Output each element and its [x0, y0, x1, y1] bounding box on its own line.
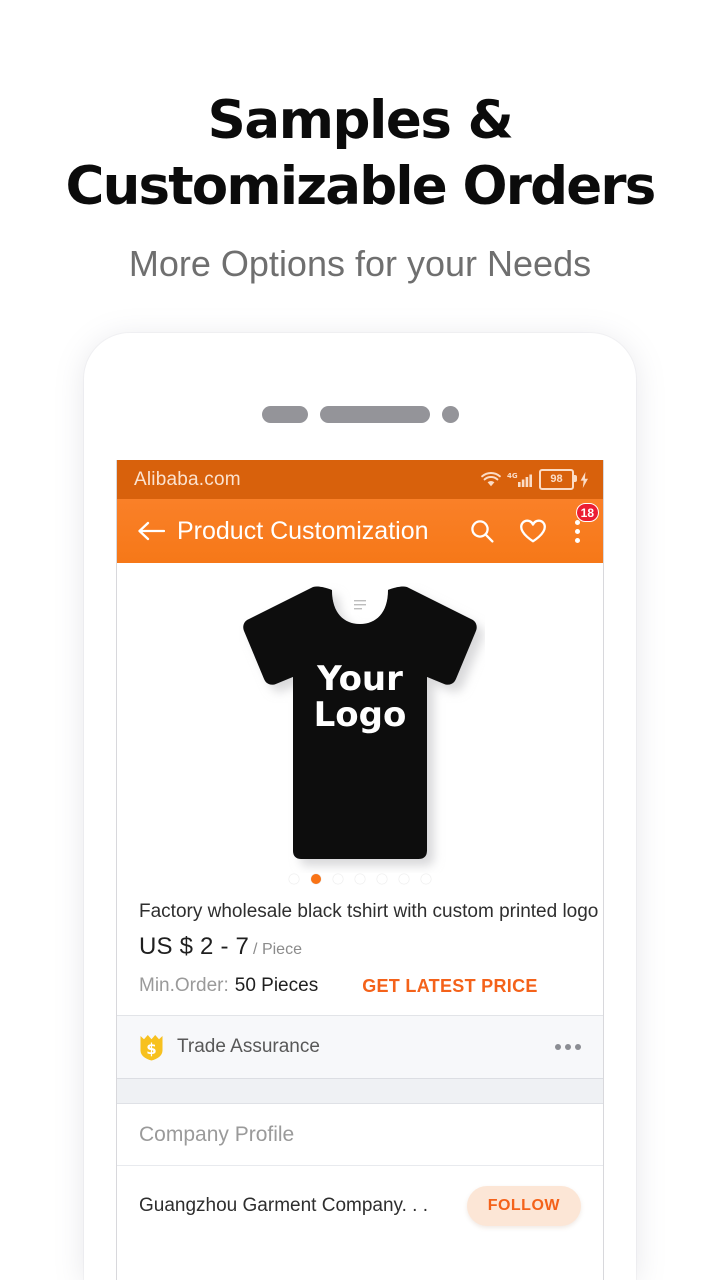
product-gallery[interactable]: Your Logo — [117, 563, 603, 893]
follow-button[interactable]: FOLLOW — [466, 1186, 581, 1226]
min-order-row: Min.Order: 50 Pieces GET LATEST PRICE — [139, 975, 581, 997]
battery-level-text: 98 — [550, 473, 563, 485]
battery-icon: 98 — [539, 469, 577, 490]
phone-earpiece-speaker — [319, 405, 430, 423]
app-bar-title: Product Customization — [177, 516, 429, 545]
back-button[interactable] — [134, 514, 168, 548]
company-row[interactable]: Guangzhou Garment Company. . . FOLLOW — [117, 1166, 603, 1246]
carousel-dot[interactable] — [421, 874, 431, 884]
phone-front-camera — [441, 405, 459, 423]
status-bar: Alibaba.com 4G 98 — [117, 460, 603, 499]
wifi-icon — [481, 471, 501, 486]
phone-screen: Alibaba.com 4G 98 Product Customization … — [116, 460, 604, 1280]
trade-assurance-more-button[interactable] — [555, 1044, 581, 1050]
phone-sensor-pill — [261, 405, 308, 423]
favorite-button[interactable] — [518, 516, 548, 546]
company-name: Guangzhou Garment Company. . . — [139, 1195, 429, 1216]
product-info-section: Factory wholesale black tshirt with cust… — [117, 893, 603, 1015]
trade-assurance-label: Trade Assurance — [177, 1036, 320, 1057]
status-bar-icons: 4G 98 — [481, 469, 589, 490]
search-button[interactable] — [467, 516, 497, 546]
search-icon — [471, 520, 494, 543]
phone-mockup: Alibaba.com 4G 98 Product Customization … — [84, 333, 636, 1280]
overflow-menu-icon — [574, 519, 580, 525]
more-horizontal-icon — [555, 1044, 561, 1050]
min-order-label: Min.Order: — [139, 975, 229, 996]
phone-top-hardware — [84, 399, 636, 429]
overflow-menu-icon-dot3 — [574, 537, 580, 543]
app-bar-actions: 18 — [467, 503, 599, 548]
overflow-menu-button[interactable]: 18 — [569, 503, 599, 548]
notification-badge: 18 — [575, 503, 599, 522]
trade-assurance-shield-icon: $ — [140, 1034, 163, 1060]
product-title: Factory wholesale black tshirt with cust… — [139, 901, 599, 922]
carousel-dot[interactable] — [333, 874, 343, 884]
carousel-dot[interactable] — [355, 874, 365, 884]
get-latest-price-button[interactable]: GET LATEST PRICE — [362, 976, 537, 997]
section-spacer — [117, 1079, 603, 1104]
overflow-menu-icon-dot2 — [574, 528, 580, 534]
tshirt-illustration-icon — [243, 586, 477, 859]
promo-headline-block: Samples & Customizable Orders More Optio… — [0, 0, 720, 285]
carousel-dot[interactable] — [399, 874, 409, 884]
product-price: US $ 2 - 7 — [139, 933, 250, 960]
company-profile-header: Company Profile — [117, 1104, 603, 1166]
svg-text:$: $ — [146, 1040, 156, 1058]
carousel-dot[interactable] — [377, 874, 387, 884]
heart-icon — [520, 519, 546, 543]
carousel-dot-active[interactable] — [311, 874, 321, 884]
product-price-unit: / Piece — [253, 941, 302, 958]
gallery-carousel-dots[interactable] — [289, 874, 431, 884]
product-price-row: US $ 2 - 7 / Piece — [139, 933, 581, 961]
trade-assurance-row[interactable]: $ Trade Assurance — [117, 1015, 603, 1079]
signal-bars-icon: 4G — [507, 472, 532, 487]
status-bar-brand: Alibaba.com — [134, 468, 241, 490]
company-profile-title: Company Profile — [139, 1122, 295, 1146]
more-horizontal-icon-dot3 — [575, 1044, 581, 1050]
headline-line-1: Samples & — [207, 90, 514, 151]
app-bar: Product Customization 18 — [117, 499, 603, 563]
min-order-value: 50 Pieces — [234, 975, 319, 996]
product-image: Your Logo — [235, 583, 485, 873]
carousel-dot[interactable] — [289, 874, 299, 884]
more-horizontal-icon-dot2 — [565, 1044, 571, 1050]
back-arrow-icon — [138, 521, 165, 541]
svg-text:4G: 4G — [507, 472, 518, 480]
promo-subheadline: More Options for your Needs — [128, 243, 592, 284]
headline-line-2: Customizable Orders — [65, 156, 657, 217]
lightning-bolt-icon — [580, 471, 588, 488]
